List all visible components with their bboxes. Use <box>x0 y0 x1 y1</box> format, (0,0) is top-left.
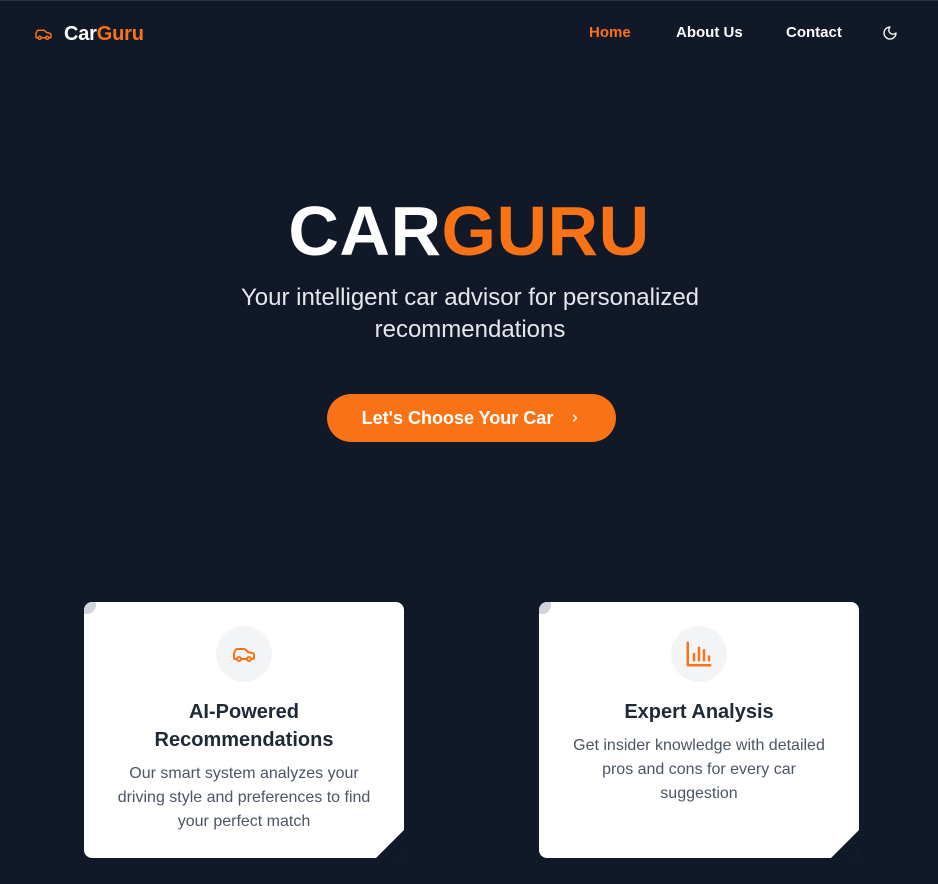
feature-icon-wrapper <box>216 626 272 682</box>
feature-description: Get insider knowledge with detailed pros… <box>573 737 825 802</box>
brand-logo-link[interactable]: CarGuru <box>32 21 144 47</box>
feature-icon-wrapper <box>671 626 727 682</box>
nav-link-home[interactable]: Home <box>589 24 631 41</box>
card-corner-decoration <box>539 602 551 614</box>
nav-link-about-us[interactable]: About Us <box>676 24 743 41</box>
choose-car-button-label: Let's Choose Your Car <box>361 407 554 428</box>
chevron-right-icon <box>569 412 581 424</box>
feature-description: Our smart system analyzes your driving s… <box>117 765 371 830</box>
hero-title: CARGURU <box>0 191 938 271</box>
feature-title: AI-Powered Recommendations <box>154 701 334 751</box>
hero-subtitle: Your intelligent car advisor for persona… <box>240 284 700 343</box>
car-icon <box>32 25 55 43</box>
feature-title: Expert Analysis <box>624 701 774 723</box>
theme-toggle-button[interactable] <box>882 25 900 43</box>
feature-card-ai-recommendations: AI-Powered Recommendations Our smart sys… <box>84 602 404 858</box>
card-corner-decoration <box>84 602 96 614</box>
nav-link-contact[interactable]: Contact <box>786 24 842 41</box>
car-icon <box>233 648 255 662</box>
card-corner-decoration <box>831 830 859 858</box>
moon-icon <box>883 26 897 40</box>
choose-car-button[interactable]: Let's Choose Your Car <box>327 394 616 442</box>
hero-title-part2: GURU <box>441 192 650 270</box>
hero-title-part1: CAR <box>288 192 442 270</box>
brand-name: CarGuru <box>64 23 144 46</box>
brand-name-part1: Car <box>64 22 97 45</box>
brand-name-part2: Guru <box>96 22 144 45</box>
feature-card-expert-analysis: Expert Analysis Get insider knowledge wi… <box>539 602 859 858</box>
top-navbar: CarGuru Home About Us Contact <box>0 1 938 67</box>
card-corner-decoration <box>376 830 404 858</box>
bar-chart-icon <box>686 641 712 667</box>
